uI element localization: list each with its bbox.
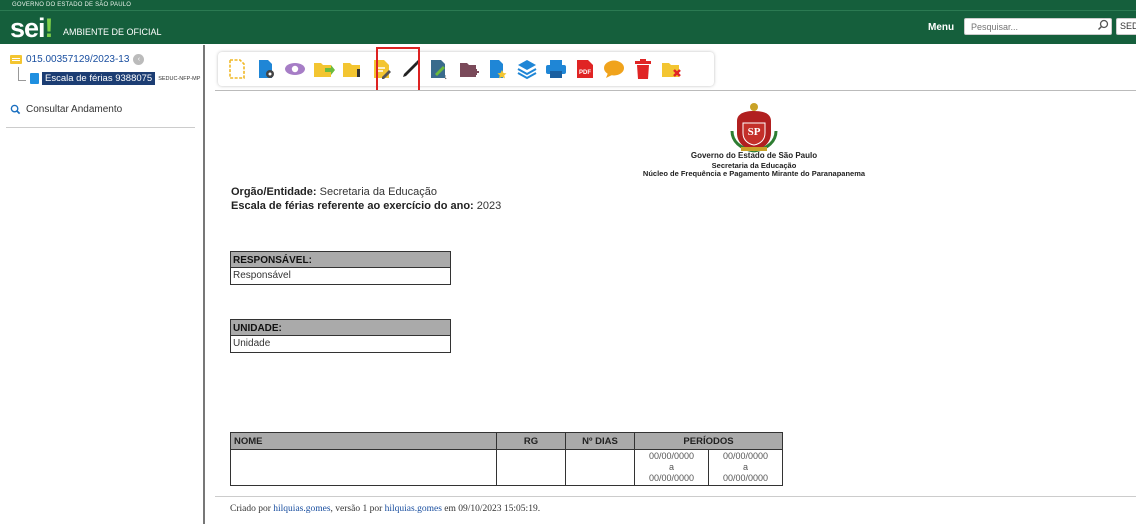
table-row: 00/00/0000 a 00/00/0000 00/00/0000 a 00/… xyxy=(230,449,783,486)
app-header: sei! AMBIENTE DE OFICIAL Menu SEDU xyxy=(0,10,1136,44)
sei-logo[interactable]: sei! xyxy=(10,15,54,42)
rg-cell xyxy=(496,449,566,486)
vacation-table: NOME RG Nº DIAS PERÍODOS 00/00/0000 a 00… xyxy=(230,432,783,486)
cancel-button[interactable] xyxy=(659,56,685,82)
government-name: Governo do Estado de São Paulo xyxy=(690,151,818,160)
signature-block-icon: ↓ xyxy=(431,60,448,80)
svg-text:SP: SP xyxy=(748,126,761,138)
document-settings-icon xyxy=(259,60,274,78)
document-content: SP Governo do Estado de São Paulo Secret… xyxy=(215,90,1136,524)
nucleus-name: Núcleo de Frequência e Pagamento Mirante… xyxy=(642,169,866,178)
document-title[interactable]: Escala de férias 9388075 xyxy=(42,72,156,85)
view-icon xyxy=(285,63,305,75)
search-icon xyxy=(1097,19,1109,31)
period-cell: 00/00/0000 a 00/00/0000 xyxy=(708,449,783,486)
favorite-icon xyxy=(490,60,507,79)
responsavel-header: RESPONSÁVEL: xyxy=(231,252,450,268)
svg-text:PDF: PDF xyxy=(579,70,591,76)
search-icon xyxy=(10,104,21,115)
new-document-icon xyxy=(229,59,245,79)
column-header: RG xyxy=(496,432,566,450)
divider xyxy=(6,127,195,128)
print-button[interactable] xyxy=(543,56,569,82)
document-footer: Criado por hilquias.gomes, versão 1 por … xyxy=(230,504,541,514)
unidade-value: Unidade xyxy=(233,338,271,349)
document-settings-button[interactable] xyxy=(253,56,279,82)
table-header-row: NOME RG Nº DIAS PERÍODOS xyxy=(230,432,783,450)
unidade-header: UNIDADE: xyxy=(231,320,450,336)
responsavel-box: RESPONSÁVEL: Responsável xyxy=(230,251,451,285)
unit-selector[interactable]: SEDU xyxy=(1116,18,1136,35)
divider xyxy=(215,496,1136,497)
process-tree-panel: 015.00357129/2023-13 ‹ Escala de férias … xyxy=(0,45,205,524)
send-process-icon xyxy=(314,63,335,77)
creator-link[interactable]: hilquias.gomes xyxy=(273,504,330,514)
pdf-icon: PDF xyxy=(577,60,593,78)
name-cell xyxy=(230,449,497,486)
search-button[interactable] xyxy=(1094,18,1112,35)
escala-line: Escala de férias referente ao exercício … xyxy=(231,200,502,212)
new-document-button[interactable] xyxy=(224,56,250,82)
stack-button[interactable] xyxy=(514,56,540,82)
document-toolbar: ↓ PDF xyxy=(218,47,714,95)
highlight-box xyxy=(376,47,420,95)
expand-icon[interactable]: ‹ xyxy=(133,54,145,65)
svg-text:↓: ↓ xyxy=(444,74,448,80)
orgao-line: Orgão/Entidade: Secretaria da Educação xyxy=(231,186,438,198)
sao-paulo-coat-of-arms-icon: SP xyxy=(730,103,778,153)
responsavel-value: Responsável xyxy=(233,270,291,281)
consult-history-link[interactable]: Consultar Andamento xyxy=(10,104,122,115)
period-cell: 00/00/0000 a 00/00/0000 xyxy=(634,449,709,486)
attach-button[interactable] xyxy=(456,56,482,82)
document-icon xyxy=(30,73,39,84)
favorite-button[interactable] xyxy=(485,56,511,82)
cancel-icon xyxy=(662,63,681,77)
column-header: PERÍODOS xyxy=(634,432,783,450)
government-bar: GOVERNO DO ESTADO DE SÃO PAULO xyxy=(0,0,1136,10)
search-input[interactable] xyxy=(964,18,1112,35)
comment-button[interactable] xyxy=(601,56,627,82)
info-folder-button[interactable] xyxy=(340,56,366,82)
print-icon xyxy=(546,60,566,78)
comment-icon xyxy=(604,60,624,78)
send-process-button[interactable] xyxy=(311,56,337,82)
unidade-box: UNIDADE: Unidade xyxy=(230,319,451,353)
stack-icon xyxy=(517,60,537,80)
tree-connector xyxy=(18,67,26,81)
days-cell xyxy=(565,449,635,486)
menu-link[interactable]: Menu xyxy=(928,22,954,33)
environment-label: AMBIENTE DE OFICIAL xyxy=(63,27,162,37)
editor-link[interactable]: hilquias.gomes xyxy=(385,504,442,514)
document-unit: SEDUC-NFP-MP xyxy=(158,75,201,82)
info-folder-icon xyxy=(343,63,360,77)
document-tree-item[interactable]: Escala de férias 9388075 SEDUC-NFP-MP xyxy=(30,72,200,85)
process-link[interactable]: 015.00357129/2023-13 ‹ xyxy=(10,54,145,65)
delete-icon xyxy=(635,59,651,79)
delete-button[interactable] xyxy=(630,56,656,82)
attach-icon xyxy=(460,63,479,77)
view-button[interactable] xyxy=(282,56,308,82)
column-header: NOME xyxy=(230,432,497,450)
signature-block-button[interactable]: ↓ xyxy=(427,56,453,82)
process-folder-icon xyxy=(10,55,22,64)
pdf-button[interactable]: PDF xyxy=(572,56,598,82)
main-area: ↓ PDF SP Governo do Estado de São Paulo … xyxy=(208,45,1136,524)
column-header: Nº DIAS xyxy=(565,432,635,450)
